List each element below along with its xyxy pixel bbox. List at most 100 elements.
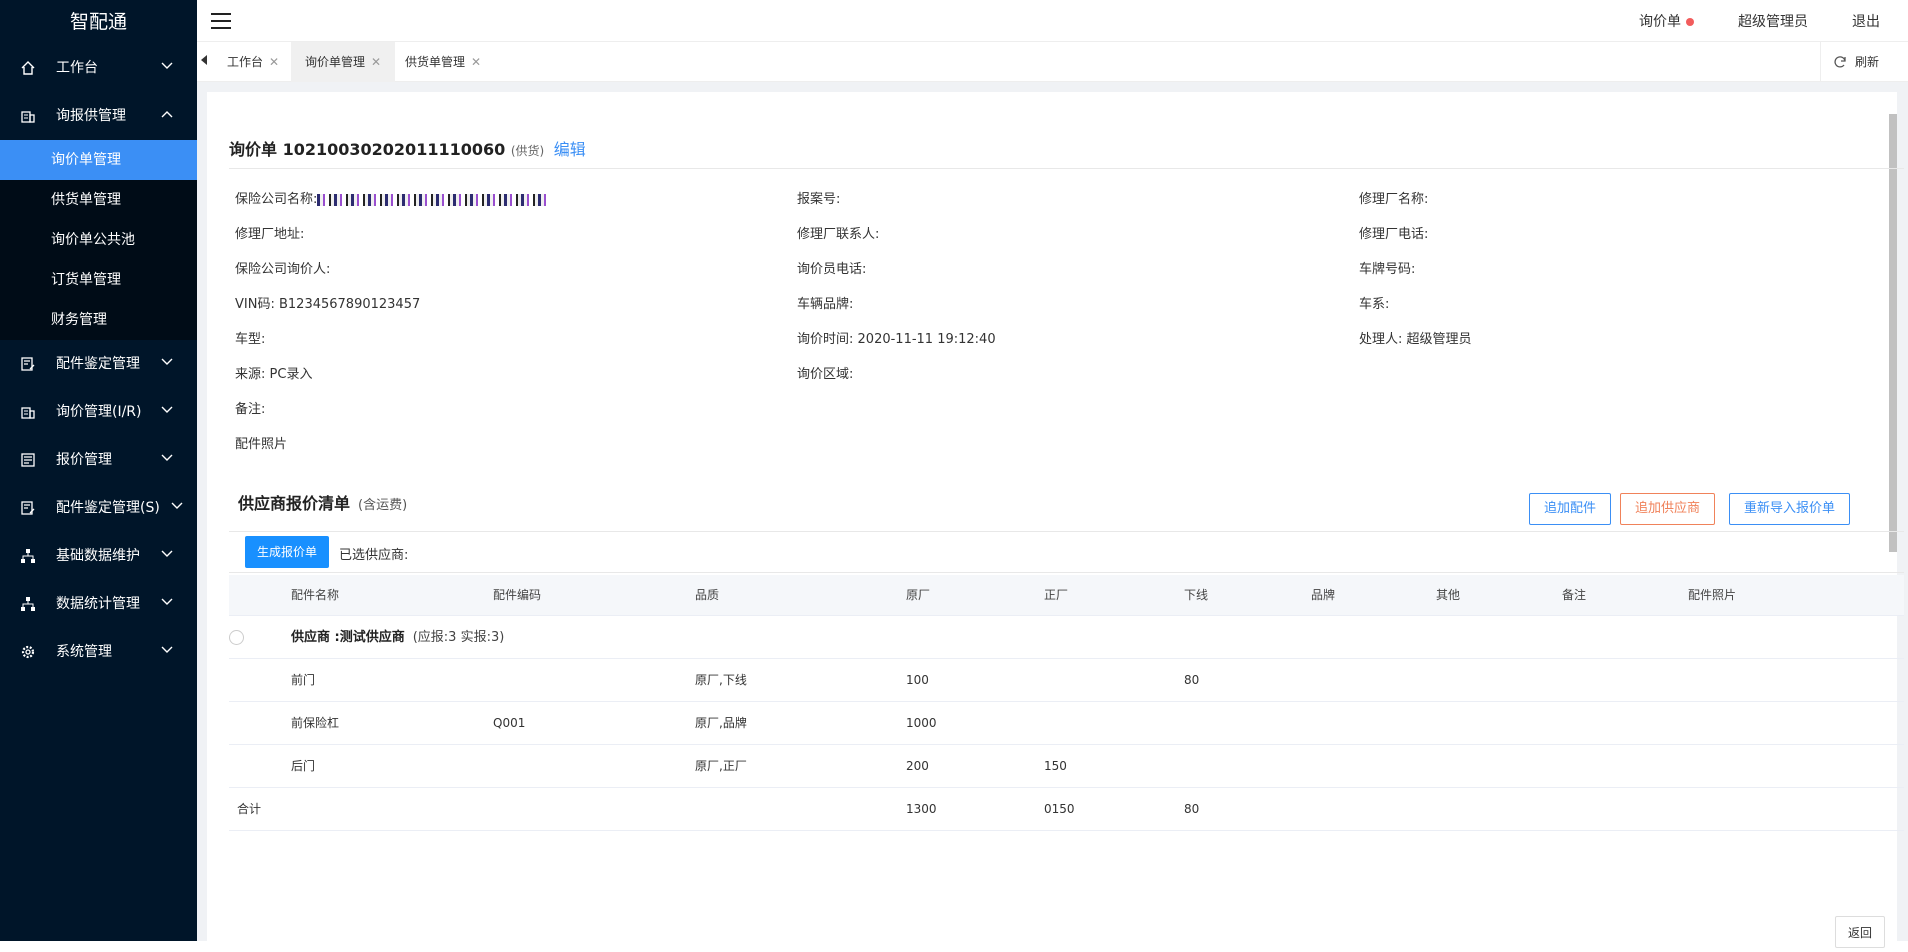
- info-time: 询价时间: 2020-11-11 19:12:40: [797, 328, 996, 347]
- info-plate: 车牌号码:: [1359, 262, 1416, 277]
- column-header: 品牌: [1311, 588, 1336, 602]
- header-inquiry-link[interactable]: 询价单: [1639, 11, 1694, 31]
- sitemap-icon: [21, 549, 35, 563]
- total-row: 合计 1300 0150 80: [229, 788, 1904, 831]
- sidebar-subitem-order-management[interactable]: 订货单管理: [0, 260, 197, 300]
- column-header: 品质: [695, 588, 720, 602]
- add-supplier-button[interactable]: 追加供应商: [1620, 493, 1716, 525]
- info-shop-name: 修理厂名称:: [1359, 192, 1429, 207]
- info-label: 来源:: [235, 367, 266, 382]
- chevron-up-icon: [161, 111, 173, 118]
- sidebar-item-label: 报价管理: [56, 452, 112, 468]
- total-label: 合计: [237, 802, 262, 816]
- sidebar-subitem-finance[interactable]: 财务管理: [0, 300, 197, 340]
- supplier-radio[interactable]: [229, 630, 244, 645]
- sidebar-subitem-inquiry-management[interactable]: 询价单管理: [0, 140, 197, 180]
- sidebar-item-label: 数据统计管理: [56, 596, 140, 612]
- divider: [229, 572, 1904, 573]
- info-shop-addr: 修理厂地址:: [235, 227, 305, 242]
- tab-inquiry-management[interactable]: 询价单管理 ✕: [291, 42, 396, 82]
- refresh-label: 刷新: [1855, 55, 1880, 69]
- close-icon[interactable]: ✕: [269, 55, 279, 69]
- chevron-down-icon: [171, 502, 183, 509]
- info-label: VIN码:: [235, 297, 275, 312]
- table-row: 前保险杠 Q001 原厂,品牌 1000: [229, 702, 1904, 745]
- logout-button[interactable]: 退出: [1852, 11, 1880, 31]
- chevron-down-icon: [161, 550, 173, 557]
- sidebar-subitem-inquiry-pool[interactable]: 询价单公共池: [0, 220, 197, 260]
- divider: [229, 168, 1904, 169]
- info-remark: 备注:: [235, 402, 266, 417]
- sidebar-item-part-appraisal-s[interactable]: 配件鉴定管理(S): [0, 484, 197, 532]
- column-header: 原厂: [906, 588, 931, 602]
- sidebar: 智配通 工作台 询报供管理 询价单管理 供货单管理 询价单公共池 订货单管理 财…: [0, 0, 197, 941]
- main-area: 询价单 10210030202011110060 (供货) 编辑 保险公司名称:…: [197, 82, 1908, 952]
- info-inquirer-phone: 询价员电话:: [797, 262, 867, 277]
- info-model: 车型:: [235, 332, 266, 347]
- document-edit-icon: [21, 357, 35, 371]
- quote-table: 配件名称 配件编码 品质 原厂 正厂 下线 品牌 其他 备注 配件照片 供应商 …: [229, 575, 1904, 831]
- column-header: 配件照片: [1688, 588, 1737, 602]
- price-oem: 100: [906, 673, 929, 687]
- sidebar-item-label: 工作台: [56, 60, 98, 76]
- edit-link[interactable]: 编辑: [554, 140, 586, 159]
- notification-dot: [1686, 18, 1694, 26]
- refresh-button[interactable]: 刷新: [1820, 42, 1896, 82]
- part-name: 后门: [291, 759, 316, 773]
- back-button[interactable]: 返回: [1835, 916, 1886, 948]
- page-title: 询价单 10210030202011110060 (供货) 编辑: [229, 136, 586, 160]
- sidebar-item-label: 基础数据维护: [56, 548, 140, 564]
- info-insurer-inquirer: 保险公司询价人:: [235, 262, 331, 277]
- app-logo: 智配通: [69, 11, 127, 33]
- column-header: 配件编码: [493, 588, 542, 602]
- info-region: 询价区域:: [797, 367, 854, 382]
- info-report-no: 报案号:: [797, 192, 841, 207]
- sidebar-item-workbench[interactable]: 工作台: [0, 44, 197, 92]
- top-header: 询价单 超级管理员 退出: [197, 0, 1908, 42]
- sidebar-item-inquiry-supply[interactable]: 询报供管理: [0, 92, 197, 140]
- total-genuine: 0150: [1044, 802, 1075, 816]
- record-number: 10210030202011110060: [282, 140, 506, 159]
- record-type: (供货): [510, 144, 545, 158]
- home-icon: [21, 61, 35, 75]
- sidebar-item-label: 询报供管理: [56, 108, 126, 124]
- sidebar-item-statistics[interactable]: 数据统计管理: [0, 580, 197, 628]
- sidebar-subitem-supply-management[interactable]: 供货单管理: [0, 180, 197, 220]
- quote-subtitle: (含运费): [358, 498, 408, 513]
- info-brand: 车辆品牌:: [797, 297, 854, 312]
- chevron-down-icon: [161, 62, 173, 69]
- sidebar-item-system[interactable]: 系统管理: [0, 628, 197, 676]
- info-photo: 配件照片: [235, 437, 288, 452]
- tab-label: 供货单管理: [405, 55, 466, 69]
- sidebar-item-part-appraisal[interactable]: 配件鉴定管理: [0, 340, 197, 388]
- sidebar-item-inquiry-ir[interactable]: 询价管理(I/R): [0, 388, 197, 436]
- table-row: 后门 原厂,正厂 200 150: [229, 745, 1904, 788]
- tab-workbench[interactable]: 工作台 ✕: [213, 42, 293, 82]
- tab-supply-management[interactable]: 供货单管理 ✕: [391, 42, 495, 82]
- add-part-button[interactable]: 追加配件: [1529, 493, 1612, 525]
- part-name: 前门: [291, 673, 316, 687]
- header-user[interactable]: 超级管理员: [1738, 11, 1808, 31]
- quote-section-title: 供应商报价清单 (含运费): [238, 490, 407, 514]
- sidebar-item-quote[interactable]: 报价管理: [0, 436, 197, 484]
- close-icon[interactable]: ✕: [471, 55, 481, 69]
- chevron-down-icon: [161, 598, 173, 605]
- generate-quote-button[interactable]: 生成报价单: [245, 536, 329, 568]
- reimport-quote-button[interactable]: 重新导入报价单: [1729, 493, 1851, 525]
- scrollbar-thumb[interactable]: [1889, 114, 1897, 552]
- close-icon[interactable]: ✕: [371, 55, 381, 69]
- part-name: 前保险杠: [291, 716, 340, 730]
- column-header: 配件名称: [291, 588, 340, 602]
- sidebar-item-label: 配件鉴定管理: [56, 356, 140, 372]
- info-series: 车系:: [1359, 297, 1390, 312]
- price-offline: 80: [1184, 673, 1200, 687]
- document-list-icon: [21, 453, 35, 467]
- document-edit-icon: [21, 501, 35, 515]
- sidebar-item-base-data[interactable]: 基础数据维护: [0, 532, 197, 580]
- tabs-scroll-left-icon[interactable]: [201, 55, 207, 65]
- chevron-down-icon: [161, 358, 173, 365]
- info-vin: VIN码: B1234567890123457: [235, 293, 420, 312]
- supplier-row: 供应商 :测试供应商 (应报:3 实报:3): [229, 616, 1904, 659]
- part-quality: 原厂,下线: [695, 673, 747, 687]
- hamburger-menu-icon[interactable]: [211, 13, 231, 29]
